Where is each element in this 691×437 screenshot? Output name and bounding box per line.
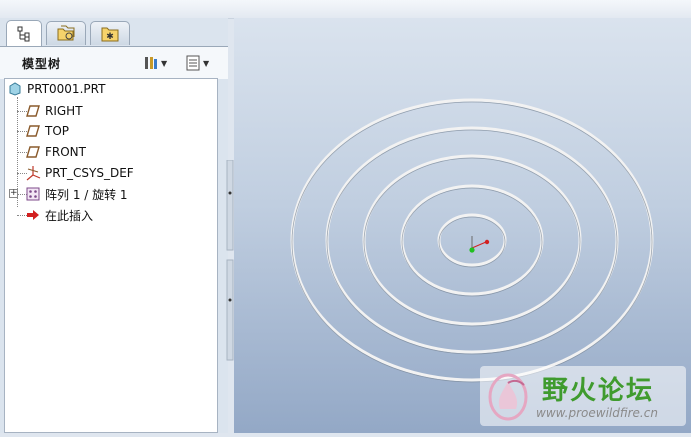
expand-toggle[interactable]: + <box>9 189 18 198</box>
tree-item-label: 在此插入 <box>45 208 94 223</box>
csys-icon <box>25 165 41 181</box>
tools-icon <box>145 57 157 69</box>
show-options-button[interactable]: ▼ <box>185 54 209 72</box>
favorites-folder-icon: ✱ <box>101 27 119 42</box>
watermark-url: www.proewildfire.cn <box>536 406 658 420</box>
model-tree-tab[interactable] <box>6 20 42 46</box>
tree-item-top-plane[interactable]: TOP <box>25 121 69 141</box>
panel-splitter[interactable] <box>226 159 234 370</box>
coordinate-system-marker <box>469 236 490 253</box>
datum-plane-icon <box>25 103 41 119</box>
tree-item-front-plane[interactable]: FRONT <box>25 142 86 162</box>
navigator-tabs: ✱ <box>0 18 228 46</box>
favorites-tab[interactable]: ✱ <box>90 21 130 45</box>
folder-browser-icon <box>57 25 75 40</box>
list-options-icon <box>186 55 200 71</box>
tree-item-label: PRT_CSYS_DEF <box>45 166 134 180</box>
top-toolbar-strip <box>0 0 691 19</box>
tree-item-part[interactable]: PRT0001.PRT <box>7 79 105 99</box>
flame-logo-icon <box>488 373 528 421</box>
model-tree-icon <box>17 26 30 41</box>
chevron-down-icon: ▼ <box>203 58 210 68</box>
navigator-panel: ✱ 模型树 ▼ ▼ PRT0001.PRT RIGHT TOP FRONT PR… <box>0 18 228 433</box>
tree-item-label: 阵列 1 / 旋转 1 <box>45 187 128 202</box>
model-tree-title: 模型树 <box>22 57 62 71</box>
tree-item-label: RIGHT <box>45 104 83 118</box>
part-icon <box>7 81 23 97</box>
datum-plane-icon <box>25 123 41 139</box>
chevron-down-icon: ▼ <box>161 58 168 68</box>
pattern-icon <box>25 186 41 202</box>
tree-item-label: FRONT <box>45 145 86 159</box>
tree-item-right-plane[interactable]: RIGHT <box>25 101 83 121</box>
settings-tools-button[interactable]: ▼ <box>143 54 167 72</box>
tree-item-pattern[interactable]: 阵列 1 / 旋转 1 <box>25 184 128 204</box>
model-tree-header: 模型树 ▼ ▼ <box>0 46 228 79</box>
tree-item-label: TOP <box>45 124 70 138</box>
watermark-title: 野火论坛 <box>542 376 655 406</box>
model-tree: PRT0001.PRT RIGHT TOP FRONT PRT_CSYS_DEF… <box>4 78 218 433</box>
tree-item-insert-here[interactable]: 在此插入 <box>25 205 93 225</box>
insert-here-arrow-icon <box>25 207 41 223</box>
svg-text:✱: ✱ <box>106 32 114 42</box>
datum-plane-icon <box>25 144 41 160</box>
folder-browser-tab[interactable] <box>46 21 86 45</box>
forum-watermark: 野火论坛 www.proewildfire.cn <box>480 366 686 426</box>
tree-item-csys[interactable]: PRT_CSYS_DEF <box>25 163 134 183</box>
tree-item-label: PRT0001.PRT <box>27 82 106 96</box>
